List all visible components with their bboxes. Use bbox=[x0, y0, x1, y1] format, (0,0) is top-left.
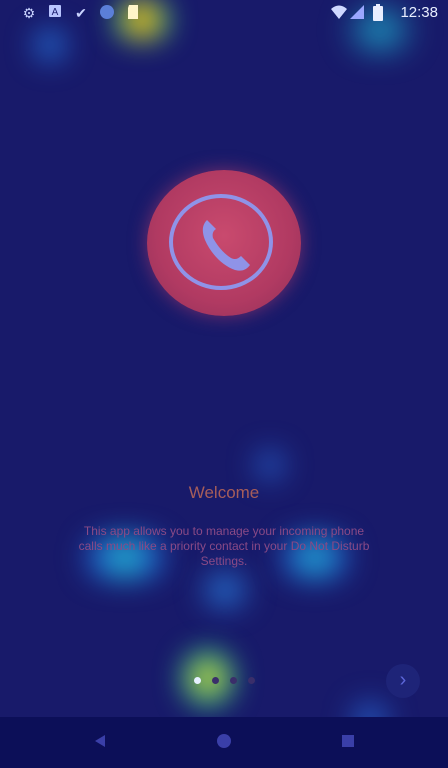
svg-text:A: A bbox=[52, 7, 59, 18]
welcome-description: This app allows you to manage your incom… bbox=[78, 524, 370, 568]
a-box-icon: A bbox=[46, 4, 64, 22]
page-dot-3 bbox=[230, 677, 237, 684]
gear-icon: ⚙ bbox=[22, 5, 36, 21]
page-indicator bbox=[192, 677, 262, 687]
onboarding-screen: ⚙ A ✔ 12:38 Welcome This app allows you … bbox=[0, 0, 448, 768]
heat-overlay bbox=[250, 445, 290, 485]
home-circle-icon bbox=[217, 734, 231, 748]
wifi-icon bbox=[330, 4, 348, 22]
signal-icon bbox=[348, 4, 366, 22]
recents-square-icon bbox=[342, 735, 354, 747]
back-triangle-icon bbox=[95, 735, 105, 747]
sd-card-icon bbox=[124, 4, 142, 22]
circle-icon bbox=[98, 4, 116, 22]
status-bar: ⚙ A ✔ 12:38 bbox=[0, 0, 448, 26]
heat-overlay bbox=[190, 570, 260, 610]
welcome-title: Welcome bbox=[188, 483, 260, 502]
phone-icon bbox=[202, 220, 250, 271]
back-button[interactable] bbox=[90, 733, 110, 753]
page-dot-4 bbox=[248, 677, 255, 684]
next-button[interactable]: › bbox=[386, 664, 420, 698]
page-dot-2 bbox=[212, 677, 219, 684]
battery-icon bbox=[369, 4, 387, 22]
home-button[interactable] bbox=[214, 733, 234, 753]
system-nav-bar bbox=[0, 717, 448, 768]
app-logo bbox=[147, 170, 301, 316]
recents-button[interactable] bbox=[338, 733, 358, 753]
status-time: 12:38 bbox=[400, 4, 438, 21]
heat-overlay bbox=[30, 20, 70, 70]
chevron-right-icon: › bbox=[399, 669, 407, 691]
page-dot-1 bbox=[194, 677, 201, 684]
check-icon: ✔ bbox=[75, 5, 87, 21]
